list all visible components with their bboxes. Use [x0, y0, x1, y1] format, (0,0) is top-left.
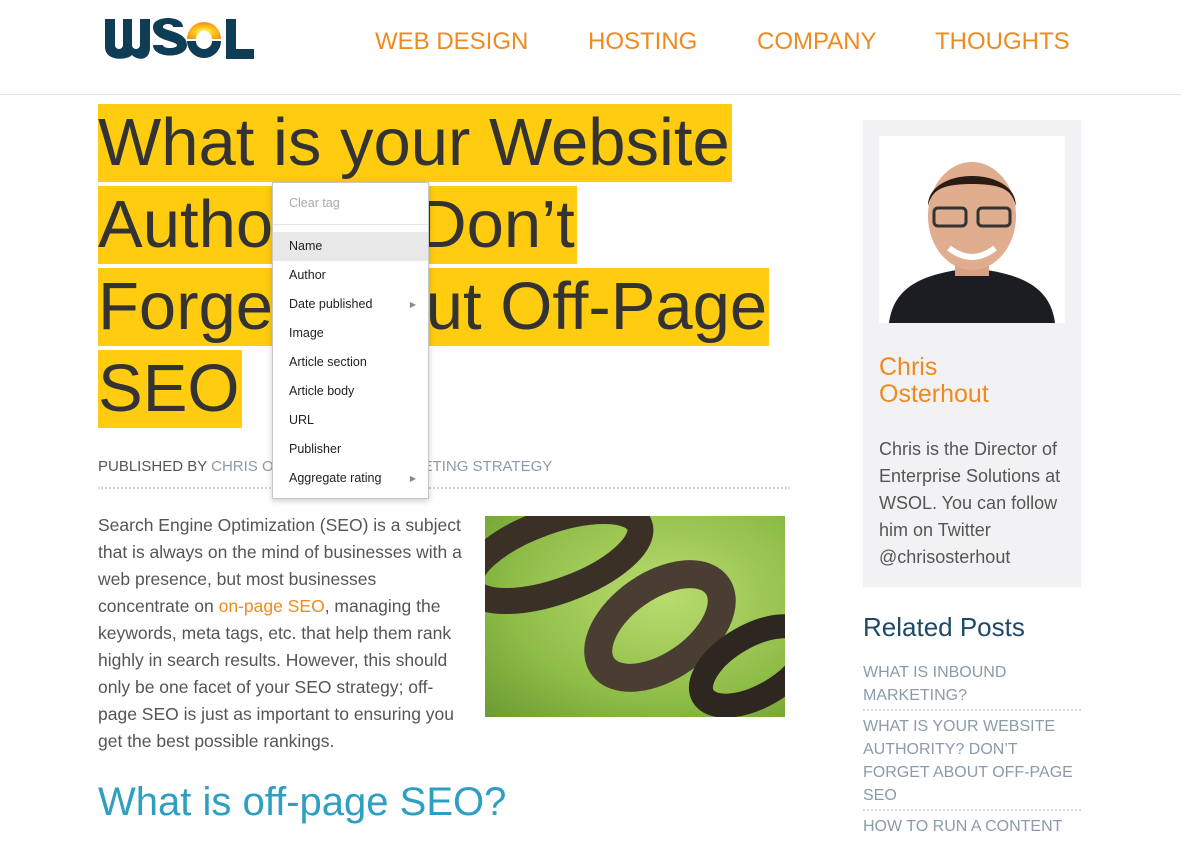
meta-prefix: PUBLISHED BY [98, 458, 212, 475]
nav-company[interactable]: COMPANY [757, 28, 877, 56]
on-page-seo-link[interactable]: on-page SEO [219, 596, 325, 616]
triangle-right-icon: ▶ [409, 474, 416, 483]
site-header: WEB DESIGN HOSTING COMPANY THOUGHTS [0, 0, 1181, 95]
nav-web-design[interactable]: WEB DESIGN [375, 28, 528, 56]
menu-label: Image [289, 326, 324, 340]
article-paragraph: Search Engine Optimization (SEO) is a su… [98, 512, 470, 755]
section-heading: What is off-page SEO? [98, 780, 507, 824]
menu-label: Date published [289, 297, 373, 311]
menu-separator [273, 224, 428, 225]
author-bio: Chris is the Director of Enterprise Solu… [879, 439, 1061, 567]
title-line: SEO [98, 350, 242, 428]
chain-image [485, 516, 785, 717]
menu-item-aggregate-rating[interactable]: Aggregate rating ▶ [273, 464, 428, 493]
author-photo [879, 136, 1065, 323]
menu-item-name[interactable]: Name [273, 232, 428, 261]
title-line: What is your Website [98, 104, 732, 182]
article-title: What is your Website Authority? Don’t Fo… [98, 104, 818, 432]
menu-label: Publisher [289, 442, 342, 456]
tag-context-menu: Clear tag Name Author Date published ▶ Im… [272, 182, 429, 499]
menu-item-clear-tag[interactable]: Clear tag [273, 189, 428, 218]
paragraph-text: , managing the keywords, meta tags, etc.… [98, 596, 455, 751]
menu-item-image[interactable]: Image [273, 319, 428, 348]
article-meta: PUBLISHED BY CHRIS OSTERHOUT IN MARKETIN… [98, 458, 790, 489]
title-line: Forget About Off-Page [98, 268, 770, 346]
menu-label: URL [289, 413, 315, 427]
menu-label: Author [289, 268, 326, 282]
menu-item-article-body[interactable]: Article body [273, 377, 428, 406]
nav-thoughts[interactable]: THOUGHTS [935, 28, 1070, 56]
related-post-link[interactable]: WHAT IS INBOUND MARKETING? [863, 657, 1081, 711]
related-post-link[interactable]: HOW TO RUN A CONTENT [863, 811, 1081, 840]
author-card: Chris Osterhout Chris is the Director of… [863, 120, 1081, 587]
menu-item-publisher[interactable]: Publisher [273, 435, 428, 464]
related-post-link[interactable]: WHAT IS YOUR WEBSITE AUTHORITY? DON’T FO… [863, 711, 1081, 811]
menu-label: Article body [289, 384, 355, 398]
menu-label: Aggregate rating [289, 471, 382, 485]
menu-item-author[interactable]: Author [273, 261, 428, 290]
menu-label: Name [289, 239, 323, 253]
triangle-right-icon: ▶ [409, 300, 416, 309]
wsol-logo[interactable] [103, 13, 255, 61]
author-name[interactable]: Chris Osterhout [879, 354, 1009, 408]
menu-label: Article section [289, 355, 367, 369]
menu-item-date-published[interactable]: Date published ▶ [273, 290, 428, 319]
related-posts-title: Related Posts [863, 612, 1025, 642]
menu-item-article-section[interactable]: Article section [273, 348, 428, 377]
nav-hosting[interactable]: HOSTING [588, 28, 697, 56]
menu-item-url[interactable]: URL [273, 406, 428, 435]
related-posts: Related Posts WHAT IS INBOUND MARKETING?… [863, 612, 1081, 840]
